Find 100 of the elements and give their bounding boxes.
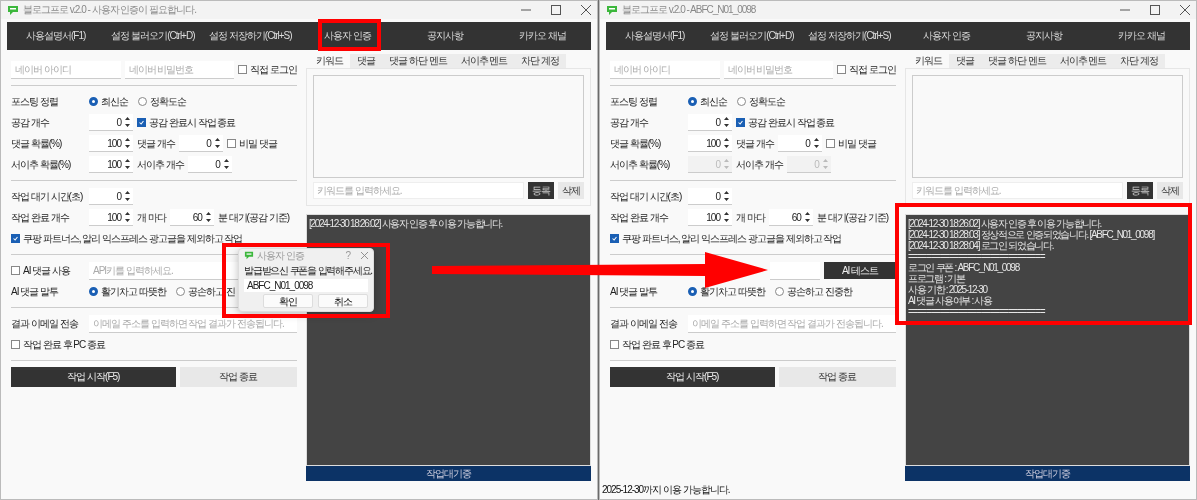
spin-arrows-icon[interactable] bbox=[124, 189, 131, 203]
radio-button[interactable] bbox=[688, 287, 697, 296]
keyword-button[interactable]: 등록 bbox=[528, 182, 554, 199]
checkbox[interactable] bbox=[137, 118, 146, 127]
number-spinner[interactable]: 100 bbox=[688, 135, 732, 152]
field-label: 공감 개수 bbox=[11, 115, 51, 130]
action-button[interactable]: 작업 종료 bbox=[778, 366, 896, 387]
input-field[interactable]: 네이버 아이디 bbox=[610, 60, 720, 79]
spin-arrows-icon[interactable] bbox=[723, 189, 730, 203]
checkbox[interactable] bbox=[11, 234, 20, 243]
input-field[interactable]: 이메일 주소를 입력하면 작업 결과가 전송됩니다. bbox=[89, 314, 297, 333]
dialog-button[interactable]: 취소 bbox=[318, 294, 368, 308]
input-field[interactable]: 네이버 비밀번호 bbox=[723, 60, 834, 79]
input-field[interactable]: 네이버 비밀번호 bbox=[124, 60, 235, 79]
number-spinner[interactable]: 60 bbox=[169, 209, 214, 226]
checkbox[interactable] bbox=[11, 340, 20, 349]
window-title: 블로그프로 v.2.0 - 사용자 인증이 필요합니다. bbox=[23, 3, 196, 17]
checkbox[interactable] bbox=[610, 234, 619, 243]
tab[interactable]: 차단 계정 bbox=[514, 54, 567, 68]
tab[interactable]: 댓글 하단 멘트 bbox=[981, 54, 1053, 68]
number-spinner[interactable]: 0 bbox=[777, 135, 822, 152]
keyword-button[interactable]: 삭제 bbox=[558, 182, 584, 199]
toolbar-button[interactable]: 사용설명서(F1) bbox=[606, 22, 704, 50]
input-field[interactable]: 이메일 주소를 입력하면 작업 결과가 전송됩니다. bbox=[688, 314, 896, 333]
tab[interactable]: 서이추 멘트 bbox=[453, 54, 515, 68]
spin-arrows-icon[interactable] bbox=[124, 136, 131, 150]
spin-arrows-icon[interactable] bbox=[124, 115, 131, 129]
tab[interactable]: 차단 계정 bbox=[1113, 54, 1166, 68]
number-spinner[interactable]: 0 bbox=[688, 114, 732, 131]
checkbox-label: 공감 완료시 작업 종료 bbox=[149, 115, 236, 130]
maximize-icon[interactable] bbox=[1150, 5, 1160, 15]
toolbar-button[interactable]: 공지사항 bbox=[995, 22, 1093, 50]
toolbar-button[interactable]: 사용자 인증 bbox=[299, 22, 397, 50]
spin-arrows-icon[interactable] bbox=[803, 210, 811, 224]
toolbar-button[interactable]: 카카오 채널 bbox=[493, 22, 591, 50]
radio-button[interactable] bbox=[737, 97, 746, 106]
number-spinner[interactable]: 100 bbox=[89, 135, 133, 152]
field-label: 포스팅 정렬 bbox=[610, 94, 658, 109]
dialog-button[interactable]: 확인 bbox=[263, 294, 313, 308]
keyword-field[interactable]: 키워드를 입력하세요. bbox=[313, 182, 524, 199]
maximize-icon[interactable] bbox=[551, 5, 561, 15]
tab[interactable]: 댓글 bbox=[949, 54, 981, 68]
spin-arrows-icon[interactable] bbox=[124, 210, 131, 224]
checkbox[interactable] bbox=[610, 340, 619, 349]
tab[interactable]: 댓글 bbox=[350, 54, 382, 68]
radio-button[interactable] bbox=[89, 97, 98, 106]
keyword-field[interactable]: 키워드를 입력하세요. bbox=[912, 182, 1123, 199]
spin-arrows-icon[interactable] bbox=[723, 115, 730, 129]
number-spinner[interactable]: 0 bbox=[688, 188, 732, 205]
toolbar-button[interactable]: 사용설명서(F1) bbox=[7, 22, 105, 50]
radio-button[interactable] bbox=[175, 287, 185, 296]
number-spinner[interactable]: 100 bbox=[89, 156, 133, 173]
spin-arrows-icon[interactable] bbox=[124, 157, 131, 171]
radio-button[interactable] bbox=[774, 287, 784, 296]
keyword-button[interactable]: 등록 bbox=[1127, 182, 1153, 199]
keyword-button[interactable]: 삭제 bbox=[1157, 182, 1183, 199]
tab[interactable]: 댓글 하단 멘트 bbox=[382, 54, 454, 68]
action-button[interactable]: 작업 시작(F5) bbox=[610, 366, 775, 387]
radio-button[interactable] bbox=[138, 97, 147, 106]
radio-button[interactable] bbox=[89, 287, 98, 296]
radio-button[interactable] bbox=[688, 97, 697, 106]
toolbar-button[interactable]: 설정 저장하기(Ctrl+S) bbox=[800, 22, 898, 50]
number-spinner[interactable]: 60 bbox=[768, 209, 813, 226]
toolbar-button[interactable]: 설정 저장하기(Ctrl+S) bbox=[201, 22, 299, 50]
checkbox[interactable] bbox=[736, 118, 745, 127]
radio-label: 정확도순 bbox=[150, 94, 186, 109]
action-button[interactable]: AI 테스트 bbox=[824, 262, 896, 279]
checkbox-label: 작업 완료 후 PC 종료 bbox=[23, 337, 105, 352]
toolbar-button[interactable]: 설정 불러오기(Ctrl+D) bbox=[104, 22, 202, 50]
spin-arrows-icon[interactable] bbox=[222, 157, 230, 171]
close-icon[interactable] bbox=[1180, 5, 1190, 15]
tab[interactable]: 서이추 멘트 bbox=[1052, 54, 1114, 68]
status-text: 작업대기중 bbox=[1025, 466, 1070, 481]
spin-arrows-icon[interactable] bbox=[812, 136, 820, 150]
number-spinner[interactable]: 100 bbox=[89, 209, 133, 226]
toolbar-button[interactable]: 설정 불러오기(Ctrl+D) bbox=[703, 22, 801, 50]
close-icon[interactable] bbox=[581, 5, 591, 15]
checkbox[interactable] bbox=[11, 266, 20, 275]
spin-arrows-icon[interactable] bbox=[213, 136, 221, 150]
coupon-field[interactable]: ABFC_N01_0098 bbox=[244, 279, 368, 292]
number-spinner[interactable]: 0 bbox=[89, 188, 133, 205]
field-label: 작업 대기 시간(초) bbox=[11, 189, 84, 204]
spin-arrows-icon[interactable] bbox=[723, 210, 730, 224]
number-spinner[interactable]: 0 bbox=[178, 135, 223, 152]
checkbox[interactable] bbox=[238, 65, 248, 74]
number-spinner[interactable]: 100 bbox=[688, 209, 732, 226]
checkbox[interactable] bbox=[825, 139, 835, 148]
number-spinner[interactable]: 0 bbox=[89, 114, 133, 131]
spin-arrows-icon[interactable] bbox=[723, 136, 730, 150]
checkbox[interactable] bbox=[837, 65, 847, 74]
input-field[interactable] bbox=[770, 261, 820, 280]
input-field[interactable]: 네이버 아이디 bbox=[11, 60, 121, 79]
action-button[interactable]: 작업 종료 bbox=[179, 366, 297, 387]
toolbar-button[interactable]: 사용자 인증 bbox=[898, 22, 996, 50]
spin-arrows-icon[interactable] bbox=[204, 210, 212, 224]
toolbar-button[interactable]: 카카오 채널 bbox=[1092, 22, 1190, 50]
toolbar-button[interactable]: 공지사항 bbox=[396, 22, 494, 50]
action-button[interactable]: 작업 시작(F5) bbox=[11, 366, 176, 387]
number-spinner[interactable]: 0 bbox=[187, 156, 232, 173]
checkbox[interactable] bbox=[226, 139, 236, 148]
